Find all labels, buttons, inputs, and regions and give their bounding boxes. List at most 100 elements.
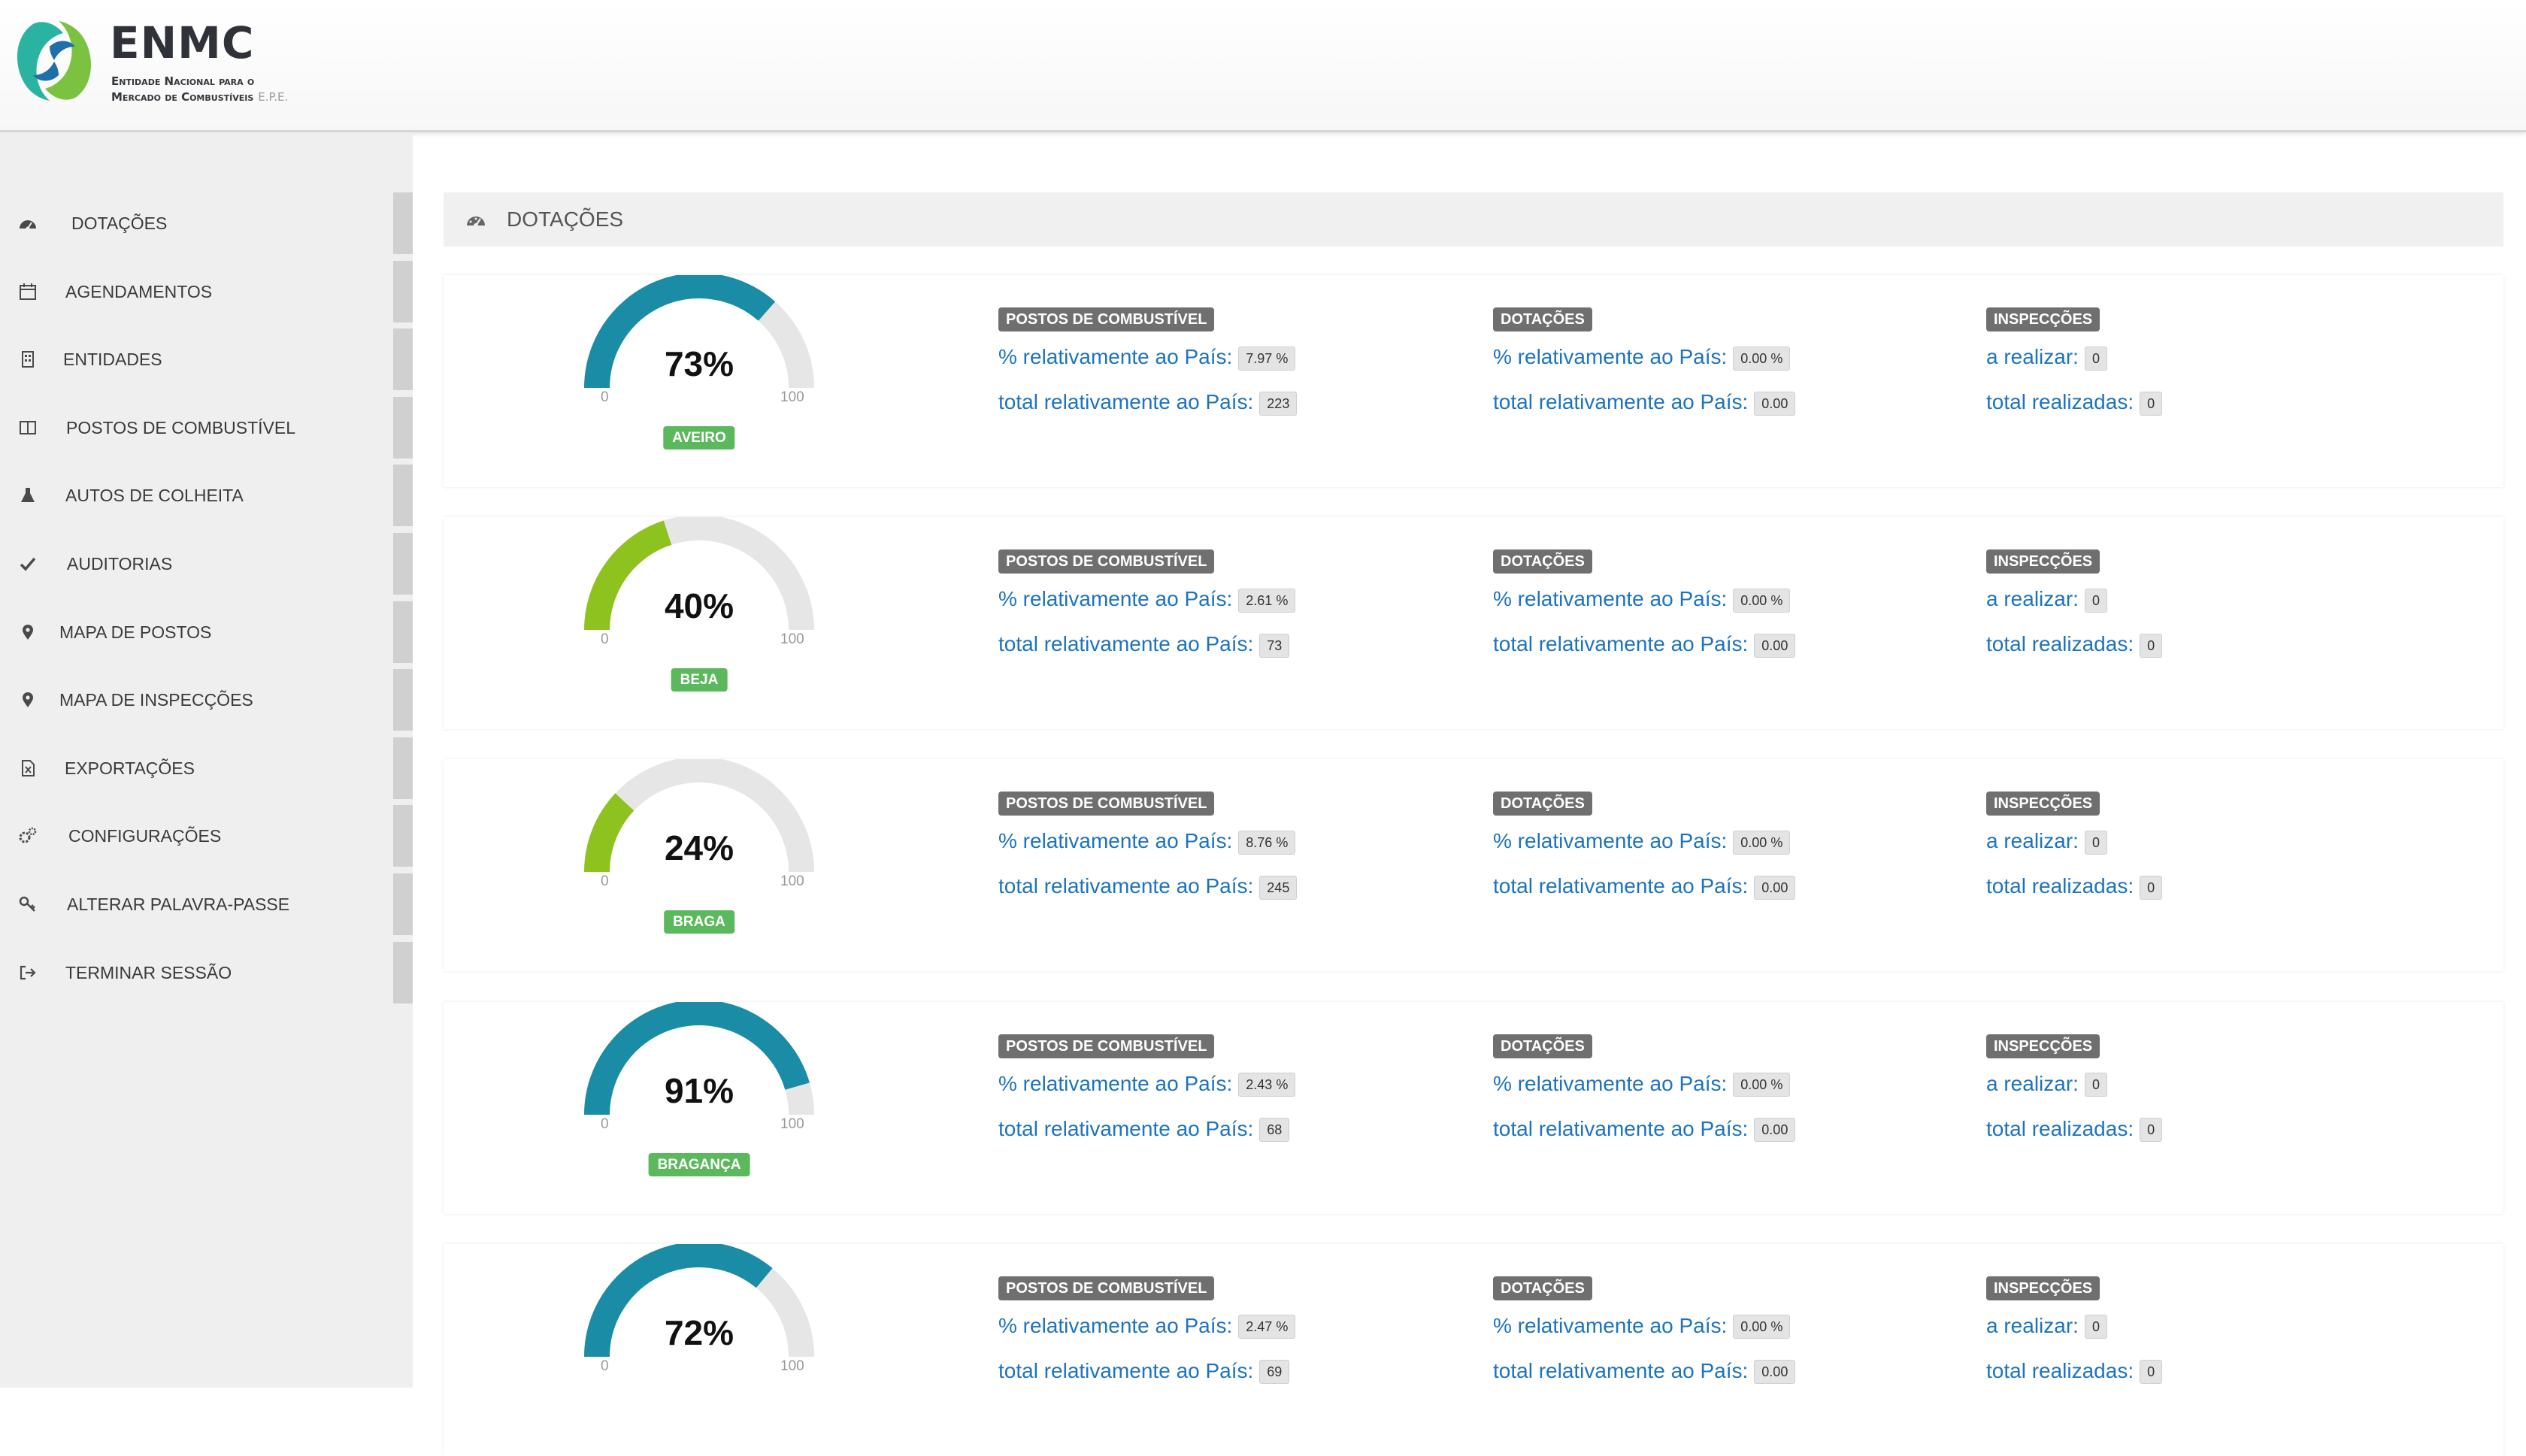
brand-subtitle: Entidade Nacional para o Mercado de Comb… (111, 74, 288, 105)
sidebar-item-agendamentos[interactable]: Agendamentos (0, 260, 413, 322)
dotacoes-total-row[interactable]: total relativamente ao País: 0.00 (1493, 631, 1796, 658)
building-icon (18, 350, 38, 369)
total-realizadas-value: 0 (2140, 633, 2163, 658)
total-realizadas-row[interactable]: total realizadas: 0 (1986, 631, 2163, 658)
gauge-max: 100 (780, 1115, 804, 1132)
gears-icon (18, 826, 38, 846)
key-icon (18, 894, 38, 914)
dotacoes-total-row[interactable]: total relativamente ao País: 0.00 (1493, 389, 1796, 416)
inspeccoes-column: Inspecções a realizar: 0 total realizadas: 0 (1986, 275, 2452, 425)
dotacoes-total-row[interactable]: total relativamente ao País: 0.00 (1493, 1116, 1796, 1143)
sidebar-item-label: Agendamentos (65, 281, 213, 301)
dotacao-card: 24% 0 100 Braga Postos de Combustível % relat… (444, 759, 2503, 972)
sidebar-item-mapa-de-postos[interactable]: Mapa de Postos (0, 601, 413, 663)
dotacoes-pct-row[interactable]: % relativamente ao País: 0.00 % (1493, 344, 1791, 371)
sidebar-item-label: Mapa de Postos (59, 622, 212, 642)
dashboard-icon (467, 216, 485, 228)
region-badge: Aveiro (663, 426, 735, 450)
a-realizar-row[interactable]: a realizar: 0 (1986, 1071, 2107, 1097)
gauge-max: 100 (780, 631, 804, 648)
postos-column: Postos de Combustível % relativamente ao … (998, 759, 1464, 910)
dotacoes-total-value: 0.00 (1754, 876, 1796, 900)
gauge-max: 100 (780, 873, 804, 890)
postos-pct-row[interactable]: % relativamente ao País: 7.97 % (998, 344, 1296, 371)
dotacoes-total-value: 0.00 (1754, 633, 1796, 658)
inspeccoes-tag: Inspecções (1986, 792, 2100, 816)
postos-total-row[interactable]: total relativamente ao País: 223 (998, 389, 1298, 416)
pct-label: % relativamente ao País: (1493, 345, 1728, 368)
postos-total-row[interactable]: total relativamente ao País: 68 (998, 1116, 1290, 1143)
total-realizadas-value: 0 (2140, 1360, 2163, 1385)
sidebar-item-alterar-palavra-passe[interactable]: Alterar Palavra-Passe (0, 873, 413, 935)
postos-pct-value: 2.43 % (1238, 1073, 1296, 1097)
a-realizar-row[interactable]: a realizar: 0 (1986, 828, 2107, 855)
pct-label: % relativamente ao País: (998, 1071, 1233, 1095)
sidebar-item-indicator (393, 737, 413, 799)
dotacoes-pct-row[interactable]: % relativamente ao País: 0.00 % (1493, 828, 1791, 855)
postos-column: Postos de Combustível % relativamente ao … (998, 517, 1464, 667)
sidebar-item-label: Entidades (63, 350, 162, 370)
dotacoes-tag: Dotações (1493, 1276, 1592, 1300)
sidebar-item-label: Mapa de Inspecções (59, 690, 253, 710)
dotacoes-total-row[interactable]: total relativamente ao País: 0.00 (1493, 1358, 1796, 1385)
sidebar-item-auditorias[interactable]: Auditorias (0, 533, 413, 595)
postos-pct-row[interactable]: % relativamente ao País: 2.61 % (998, 586, 1296, 613)
postos-total-row[interactable]: total relativamente ao País: 69 (998, 1358, 1290, 1385)
dotacoes-pct-row[interactable]: % relativamente ao País: 0.00 % (1493, 1071, 1791, 1097)
postos-pct-row[interactable]: % relativamente ao País: 2.47 % (998, 1313, 1296, 1339)
region-gauge: 91% 0 100 Bragança (571, 1001, 827, 1197)
dotacoes-column: Dotações % relativamente ao País: 0.00 % to… (1493, 275, 1959, 425)
dotacoes-tag: Dotações (1493, 1034, 1592, 1058)
sidebar-item-indicator (393, 601, 413, 663)
total-realizadas-row[interactable]: total realizadas: 0 (1986, 1116, 2163, 1143)
sidebar-item-entidades[interactable]: Entidades (0, 328, 413, 391)
sidebar-item-label: Postos de Combustível (66, 417, 296, 437)
postos-total-value: 69 (1259, 1360, 1290, 1385)
a-realizar-value: 0 (2084, 588, 2107, 613)
sidebar-item-postos-de-combustivel[interactable]: Postos de Combustível (0, 396, 413, 459)
sidebar-item-terminar-sessao[interactable]: Terminar Sessão (0, 941, 413, 1003)
calendar-icon (18, 282, 38, 301)
gauge-min: 0 (601, 631, 609, 648)
dotacoes-column: Dotações % relativamente ao País: 0.00 % to… (1493, 517, 1959, 667)
postos-total-value: 68 (1259, 1118, 1290, 1143)
sidebar-item-label: Auditorias (67, 554, 173, 574)
dotacoes-pct-row[interactable]: % relativamente ao País: 0.00 % (1493, 586, 1791, 613)
sidebar-item-mapa-de-inspeccoes[interactable]: Mapa de Inspecções (0, 669, 413, 731)
postos-pct-value: 2.61 % (1238, 588, 1296, 613)
postos-tag: Postos de Combustível (998, 792, 1215, 816)
a-realizar-label: a realizar: (1986, 1071, 2079, 1095)
total-realizadas-label: total realizadas: (1986, 1358, 2134, 1382)
dotacoes-tag: Dotações (1493, 792, 1592, 816)
postos-total-row[interactable]: total relativamente ao País: 73 (998, 631, 1290, 658)
enmc-logo-icon[interactable] (11, 17, 98, 105)
total-realizadas-row[interactable]: total realizadas: 0 (1986, 389, 2163, 416)
postos-total-row[interactable]: total relativamente ao País: 245 (998, 873, 1298, 900)
region-gauge: 73% 0 100 Aveiro (571, 275, 827, 471)
sidebar-item-dotacoes[interactable]: Dotações (0, 192, 413, 254)
postos-tag: Postos de Combustível (998, 307, 1215, 331)
total-realizadas-row[interactable]: total realizadas: 0 (1986, 1358, 2163, 1385)
brand-title: ENMC (110, 17, 255, 68)
sidebar-item-configuracoes[interactable]: Configurações (0, 805, 413, 867)
a-realizar-value: 0 (2084, 831, 2107, 855)
a-realizar-label: a realizar: (1986, 345, 2079, 368)
postos-pct-row[interactable]: % relativamente ao País: 2.43 % (998, 1071, 1296, 1097)
total-realizadas-row[interactable]: total realizadas: 0 (1986, 873, 2163, 900)
gauge-percent: 73% (664, 344, 734, 383)
postos-tag: Postos de Combustível (998, 549, 1215, 574)
sidebar-item-autos-de-colheita[interactable]: Autos de Colheita (0, 465, 413, 527)
a-realizar-row[interactable]: a realizar: 0 (1986, 586, 2107, 613)
total-realizadas-label: total realizadas: (1986, 632, 2134, 656)
region-badge: Bragança (648, 1152, 750, 1176)
sidebar-item-exportacoes[interactable]: Exportações (0, 737, 413, 799)
postos-total-value: 245 (1259, 876, 1298, 900)
total-label: total relativamente ao País: (1493, 1116, 1749, 1140)
total-realizadas-label: total realizadas: (1986, 1116, 2134, 1140)
dotacoes-pct-row[interactable]: % relativamente ao País: 0.00 % (1493, 1313, 1791, 1339)
dotacoes-total-row[interactable]: total relativamente ao País: 0.00 (1493, 873, 1796, 900)
postos-pct-row[interactable]: % relativamente ao País: 8.76 % (998, 828, 1296, 855)
a-realizar-row[interactable]: a realizar: 0 (1986, 344, 2107, 371)
sidebar-item-label: Terminar Sessão (65, 962, 232, 982)
a-realizar-row[interactable]: a realizar: 0 (1986, 1313, 2107, 1339)
